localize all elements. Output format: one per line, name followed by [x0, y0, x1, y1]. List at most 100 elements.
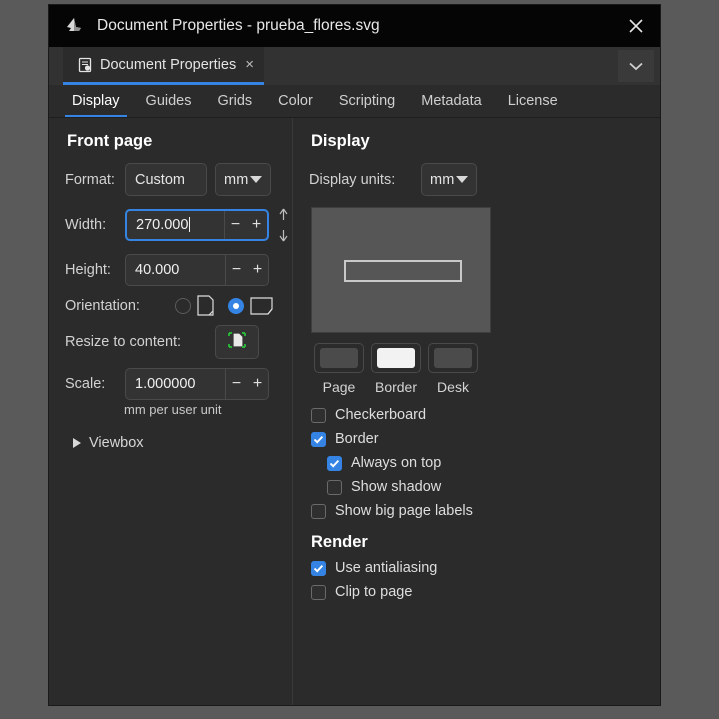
checkbox-row-show-big-page-labels[interactable]: Show big page labels [311, 503, 660, 519]
checkbox-row-use-antialiasing[interactable]: Use antialiasing [311, 560, 660, 576]
checkbox-row-border[interactable]: Border [311, 431, 660, 447]
tab-display[interactable]: Display [65, 93, 127, 117]
checkerboard-label: Checkerboard [335, 407, 427, 423]
width-decrement-button[interactable]: − [225, 217, 246, 233]
width-input[interactable]: 270.000 − + [125, 209, 269, 241]
document-properties-window: Document Properties - prueba_flores.svg … [48, 4, 661, 706]
portrait-page-icon[interactable] [197, 295, 214, 316]
page-units-dropdown[interactable]: mm [215, 163, 271, 196]
orientation-landscape-radio[interactable] [228, 297, 244, 314]
always-on-top-label: Always on top [351, 455, 442, 471]
border-label: Border [335, 431, 379, 447]
swatch-border-color [377, 348, 415, 368]
chevron-down-icon [250, 176, 262, 183]
display-checkbox-list: Checkerboard Border Always on top Show s… [311, 407, 660, 519]
checkbox-row-clip-to-page[interactable]: Clip to page [311, 584, 660, 600]
checkerboard-checkbox[interactable] [311, 407, 326, 423]
scale-row: Scale: 1.000000 − + [65, 368, 292, 400]
format-dropdown[interactable]: Custom [125, 163, 207, 196]
width-label: Width: [65, 217, 107, 233]
triangle-right-icon [73, 438, 81, 448]
chevron-down-icon [628, 61, 644, 72]
panel-body: Front page Format: Custom mm Width: 270.… [49, 118, 660, 705]
width-increment-button[interactable]: + [246, 217, 267, 233]
scale-label: Scale: [65, 376, 106, 392]
viewbox-expander[interactable]: Viewbox [73, 435, 292, 451]
height-increment-button[interactable]: + [247, 262, 268, 278]
front-page-section: Front page Format: Custom mm Width: 270.… [49, 118, 292, 705]
orientation-group [175, 295, 273, 316]
scale-input[interactable]: 1.000000 − + [125, 368, 269, 400]
width-value: 270.000 [136, 217, 189, 233]
tab-color[interactable]: Color [271, 93, 320, 117]
scale-increment-button[interactable]: + [247, 376, 268, 392]
dock-tab-close-icon[interactable]: × [245, 57, 254, 72]
format-value: Custom [135, 171, 185, 188]
swatch-page: Page [311, 343, 367, 395]
text-cursor [189, 217, 191, 232]
clip-to-page-label: Clip to page [335, 584, 413, 600]
scale-hint: mm per user unit [124, 402, 222, 417]
swatch-page-color [320, 348, 358, 368]
fit-page-to-content-icon [226, 329, 248, 356]
checkbox-row-always-on-top[interactable]: Always on top [327, 455, 660, 471]
resize-to-content-row: Resize to content: [65, 325, 292, 359]
checkbox-row-show-shadow[interactable]: Show shadow [327, 479, 660, 495]
tab-grids[interactable]: Grids [211, 93, 260, 117]
display-units-value: mm [430, 171, 455, 188]
swap-width-height-icon[interactable] [276, 205, 290, 245]
tab-scripting[interactable]: Scripting [332, 93, 402, 117]
window-titlebar: Document Properties - prueba_flores.svg [49, 5, 660, 47]
tab-metadata[interactable]: Metadata [414, 93, 488, 117]
document-properties-icon [77, 57, 93, 73]
width-row: Width: 270.000 − + [65, 205, 292, 245]
close-icon[interactable] [618, 9, 654, 43]
dock-tab-label: Document Properties [100, 56, 237, 73]
scale-value: 1.000000 [135, 376, 196, 392]
orientation-portrait-radio[interactable] [175, 297, 191, 314]
swatch-page-button[interactable] [314, 343, 364, 373]
color-swatch-group: Page Border Desk [311, 343, 660, 395]
page-preview-rect [344, 260, 462, 282]
swatch-border-label: Border [374, 379, 418, 395]
show-big-page-labels-checkbox[interactable] [311, 503, 326, 519]
viewbox-label: Viewbox [89, 435, 144, 451]
display-units-label: Display units: [309, 171, 396, 188]
dock-menu-button[interactable] [618, 50, 654, 82]
use-antialiasing-label: Use antialiasing [335, 560, 438, 576]
show-shadow-label: Show shadow [351, 479, 442, 495]
format-row: Format: Custom mm [65, 163, 292, 196]
use-antialiasing-checkbox[interactable] [311, 560, 326, 576]
section-tabbar: Display Guides Grids Color Scripting Met… [49, 85, 660, 118]
swatch-border-button[interactable] [371, 343, 421, 373]
show-big-page-labels-label: Show big page labels [335, 503, 473, 519]
clip-to-page-checkbox[interactable] [311, 584, 326, 600]
dock-spacer [264, 47, 618, 85]
landscape-page-icon[interactable] [250, 296, 273, 315]
orientation-label: Orientation: [65, 297, 140, 314]
swatch-desk-label: Desk [437, 379, 469, 395]
resize-to-content-label: Resize to content: [65, 334, 182, 350]
swatch-border: Border [368, 343, 424, 395]
tab-guides[interactable]: Guides [139, 93, 199, 117]
always-on-top-checkbox[interactable] [327, 455, 342, 471]
dock-tab-document-properties[interactable]: Document Properties × [63, 47, 264, 85]
swatch-page-label: Page [322, 379, 356, 395]
display-units-dropdown[interactable]: mm [421, 163, 477, 196]
swatch-desk: Desk [425, 343, 481, 395]
border-checkbox[interactable] [311, 431, 326, 447]
tab-license[interactable]: License [501, 93, 565, 117]
render-heading: Render [311, 533, 368, 551]
show-shadow-checkbox[interactable] [327, 479, 342, 495]
scale-decrement-button[interactable]: − [226, 376, 247, 392]
display-units-row: Display units: mm [309, 163, 660, 196]
height-input[interactable]: 40.000 − + [125, 254, 269, 286]
render-checkbox-list: Use antialiasing Clip to page [311, 560, 660, 600]
swatch-desk-button[interactable] [428, 343, 478, 373]
checkbox-row-checkerboard[interactable]: Checkerboard [311, 407, 660, 423]
resize-to-content-button[interactable] [215, 325, 259, 359]
window-title: Document Properties - prueba_flores.svg [97, 17, 380, 34]
height-decrement-button[interactable]: − [226, 262, 247, 278]
page-units-value: mm [224, 171, 249, 188]
inkscape-logo-icon [63, 15, 85, 37]
